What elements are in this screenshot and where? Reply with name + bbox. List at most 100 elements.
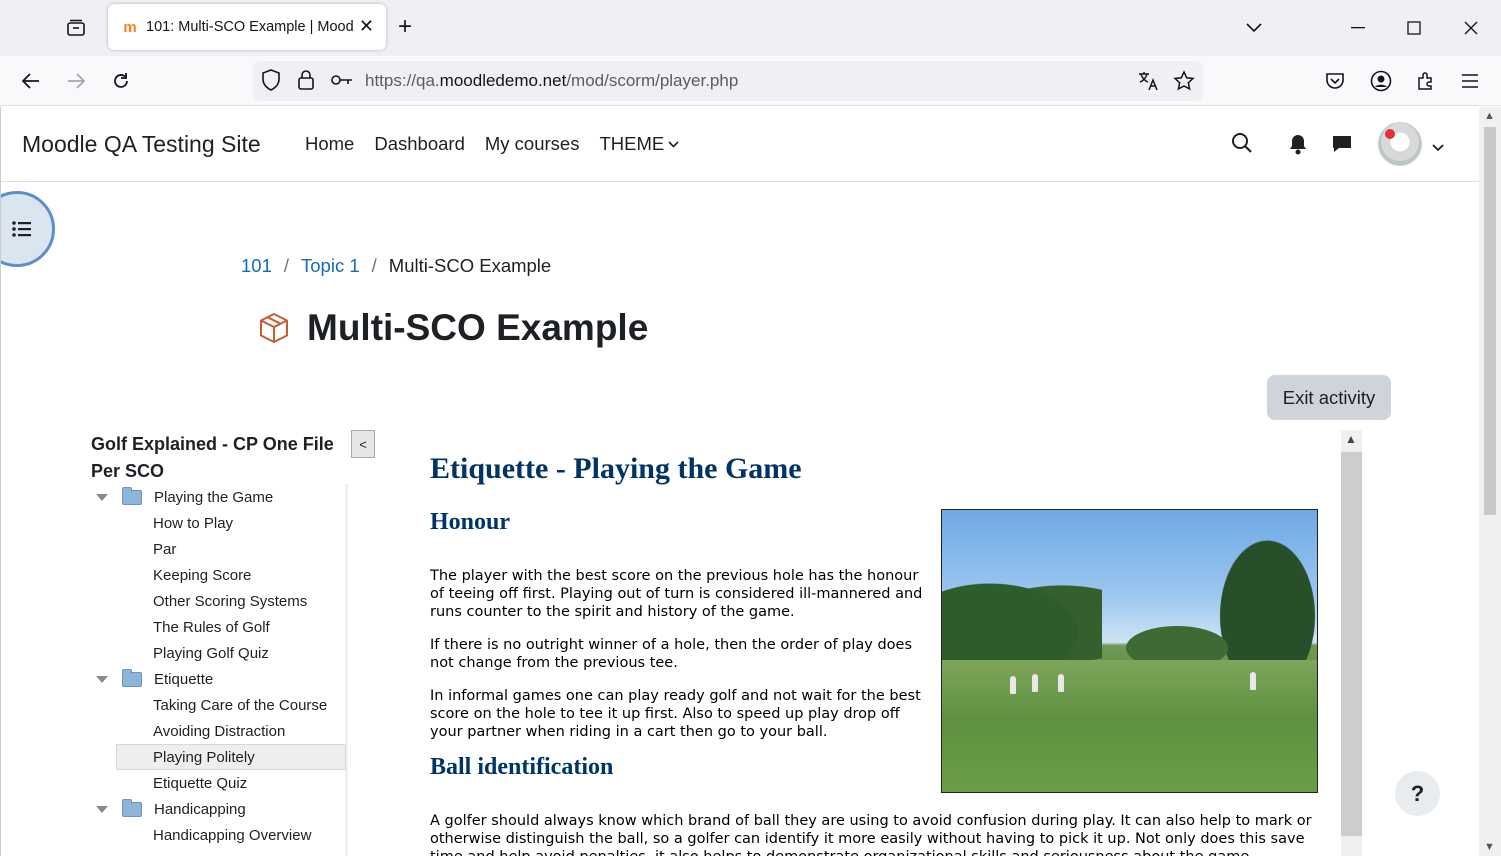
nav-theme[interactable]: THEME (599, 133, 679, 155)
toc-label: Playing the Game (154, 488, 274, 506)
breadcrumb-separator: / (283, 255, 290, 276)
expand-triangle-icon[interactable] (96, 675, 108, 683)
close-window-icon[interactable] (1457, 14, 1485, 42)
page-header: Multi-SCO Example (257, 307, 648, 349)
breadcrumb: 101 / Topic 1 / Multi-SCO Example (241, 255, 551, 277)
nav-theme-label: THEME (599, 133, 665, 154)
toc-item[interactable]: Playing Politely (116, 744, 346, 770)
toc-item[interactable]: Playing Golf Quiz (91, 640, 346, 666)
sco-scrollbar[interactable]: ▲ (1341, 430, 1362, 856)
breadcrumb-separator: / (371, 255, 377, 276)
pocket-icon[interactable] (1320, 66, 1350, 96)
moodle-favicon-icon: m (123, 18, 137, 36)
shield-icon[interactable] (261, 69, 281, 96)
toc-item[interactable]: Par (91, 536, 346, 562)
sco-scrollbar-thumb[interactable] (1341, 452, 1362, 836)
back-icon[interactable] (16, 66, 46, 96)
breadcrumb-course[interactable]: 101 (241, 255, 272, 277)
nav-my-courses[interactable]: My courses (485, 133, 580, 155)
list-icon (12, 221, 31, 237)
nav-home[interactable]: Home (305, 133, 354, 155)
course-index-toggle[interactable] (1, 191, 55, 267)
honour-heading: Honour (430, 509, 511, 535)
url-path: /mod/scorm/player.php (566, 71, 739, 90)
maximize-icon[interactable] (1400, 14, 1428, 42)
breadcrumb-current: Multi-SCO Example (388, 255, 552, 276)
toc-item[interactable]: Keeping Score (91, 562, 346, 588)
search-icon[interactable] (1231, 132, 1253, 159)
nav-dashboard[interactable]: Dashboard (374, 133, 465, 155)
browser-tab-bar: m 101: Multi-SCO Example | Mood ✕ + (0, 0, 1501, 56)
ball-identification-paragraph: A golfer should always know which brand … (430, 813, 1312, 856)
toc-label: Avoiding Distraction (153, 722, 286, 740)
page-scrollbar-thumb[interactable] (1484, 127, 1496, 515)
key-icon[interactable] (331, 73, 353, 92)
honour-paragraph-1: The player with the best score on the pr… (430, 568, 923, 620)
toc-item[interactable]: Etiquette Quiz (91, 770, 346, 796)
help-button[interactable]: ? (1395, 771, 1440, 816)
scroll-up-icon[interactable]: ▲ (1484, 110, 1495, 122)
browser-tab[interactable]: m 101: Multi-SCO Example | Mood ✕ (108, 4, 386, 50)
expand-triangle-icon[interactable] (96, 805, 108, 813)
page-scrollbar[interactable]: ▲ ▼ (1479, 107, 1501, 856)
breadcrumb-topic[interactable]: Topic 1 (301, 255, 360, 277)
toc-item[interactable]: How to Play (91, 510, 346, 536)
toc-label: Taking Care of the Course (153, 696, 328, 714)
sco-heading: Etiquette - Playing the Game (430, 452, 802, 485)
scroll-down-icon[interactable]: ▼ (1484, 841, 1495, 853)
toc-label: Handicapping Overview (153, 826, 312, 844)
site-name[interactable]: Moodle QA Testing Site (22, 131, 261, 158)
golf-course-image (941, 509, 1318, 793)
forward-icon[interactable] (61, 66, 91, 96)
exit-activity-button[interactable]: Exit activity (1267, 375, 1391, 420)
expand-triangle-icon[interactable] (96, 493, 108, 501)
extensions-icon[interactable] (1411, 66, 1441, 96)
toc-label: Keeping Score (153, 566, 252, 584)
toc-item[interactable]: Other Scoring Systems (91, 588, 346, 614)
toc-label: How to Play (153, 514, 234, 532)
account-icon[interactable] (1366, 66, 1396, 96)
chevron-down-icon[interactable] (1240, 14, 1268, 42)
toc-title: Golf Explained - CP One File Per SCO (91, 434, 334, 481)
honour-paragraph-3: In informal games one can play ready gol… (430, 688, 921, 740)
toc-folder[interactable]: Playing the Game (91, 484, 346, 510)
toc-label: The Rules of Golf (153, 618, 270, 636)
url-bar[interactable]: https://qa.moodledemo.net/mod/scorm/play… (253, 61, 1203, 101)
toc-folder[interactable]: Handicapping (91, 796, 346, 822)
primary-navigation: Home Dashboard My courses THEME (305, 133, 699, 155)
toc-folder[interactable]: Etiquette (91, 666, 346, 692)
menu-icon[interactable] (1455, 66, 1485, 96)
minimize-icon[interactable] (1344, 14, 1372, 42)
scroll-up-icon[interactable]: ▲ (1345, 432, 1357, 446)
toc-label: Playing Politely (153, 748, 255, 766)
toc-item[interactable]: The Rules of Golf (91, 614, 346, 640)
toc-label: Other Scoring Systems (153, 592, 308, 610)
toc-label: Playing Golf Quiz (153, 644, 269, 662)
bell-icon[interactable] (1288, 134, 1308, 160)
page-title: Multi-SCO Example (307, 307, 649, 348)
url-text[interactable]: https://qa.moodledemo.net/mod/scorm/play… (365, 71, 738, 91)
reload-icon[interactable] (106, 66, 136, 96)
avatar[interactable] (1378, 122, 1422, 166)
chevron-down-icon (668, 140, 679, 148)
translate-icon[interactable] (1137, 70, 1159, 97)
close-tab-icon[interactable]: ✕ (359, 17, 374, 35)
toc-collapse-button[interactable]: < (351, 430, 375, 458)
user-menu-chevron-icon[interactable] (1432, 139, 1444, 157)
scorm-package-icon (257, 311, 291, 345)
tab-title: 101: Multi-SCO Example | Mood (146, 19, 354, 35)
toc-item[interactable]: Handicapping Overview (91, 822, 346, 848)
folder-icon (122, 798, 142, 817)
star-icon[interactable] (1173, 70, 1195, 97)
toc-item[interactable]: Taking Care of the Course (91, 692, 346, 718)
sco-content-frame: Etiquette - Playing the Game Honour The … (411, 430, 1341, 856)
url-prefix: https://qa. (365, 71, 440, 90)
browser-toolbar: https://qa.moodledemo.net/mod/scorm/play… (0, 56, 1501, 106)
toc-item[interactable]: Avoiding Distraction (91, 718, 346, 744)
new-tab-icon[interactable]: + (398, 14, 412, 40)
folder-icon (122, 668, 142, 687)
tab-list-icon[interactable] (58, 12, 94, 44)
moodle-page: Moodle QA Testing Site Home Dashboard My… (0, 107, 1479, 856)
lock-icon[interactable] (297, 69, 315, 96)
messages-icon[interactable] (1331, 134, 1353, 159)
